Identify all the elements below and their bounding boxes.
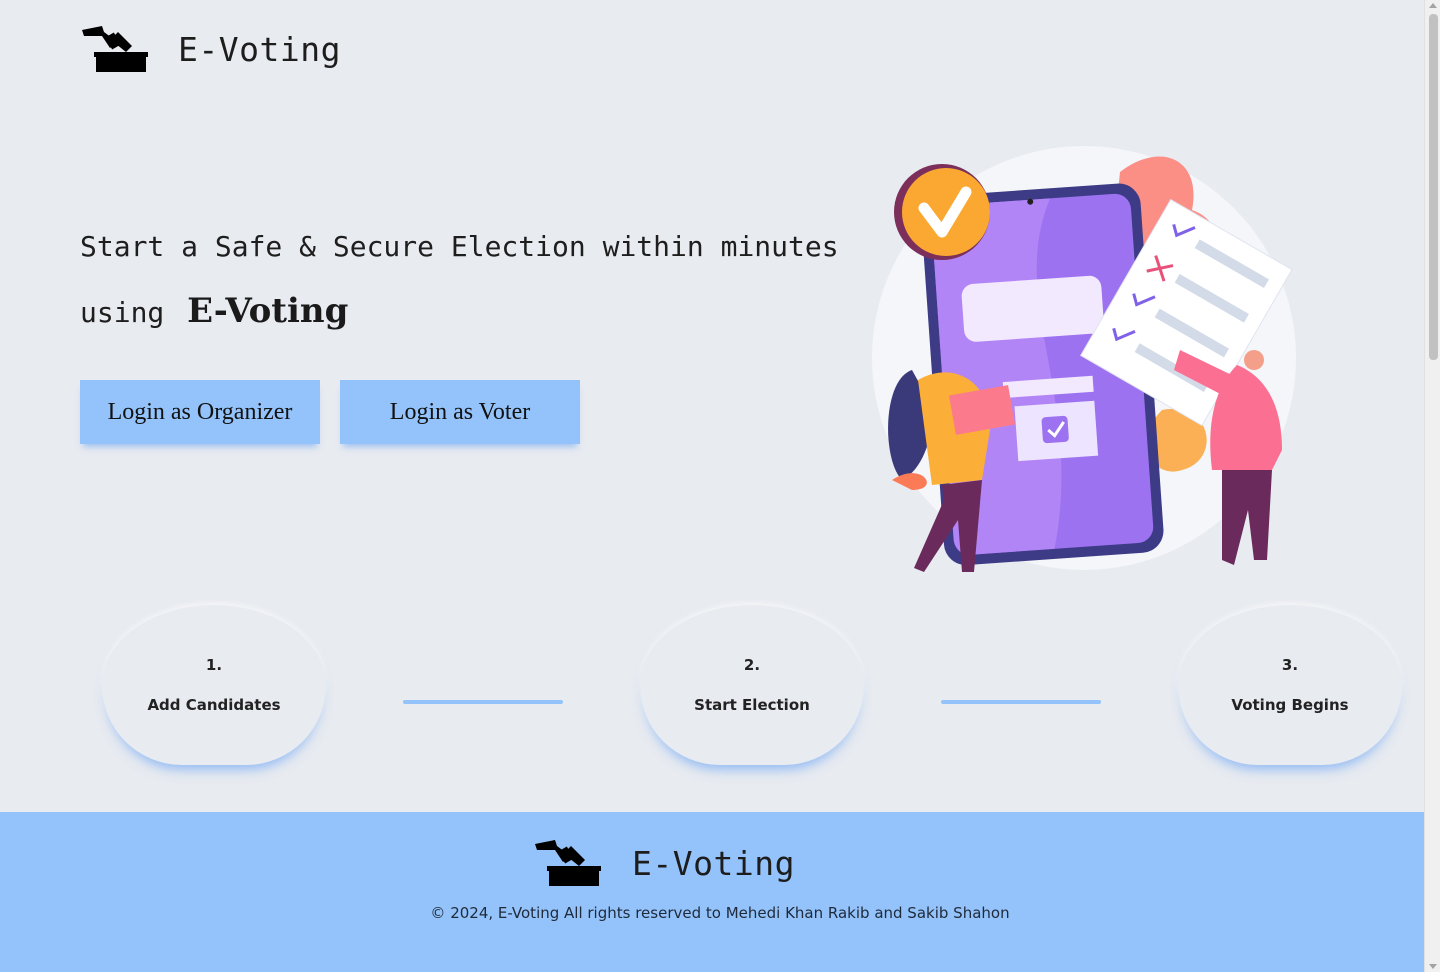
copyright-text: © 2024, E-Voting All rights reserved to … xyxy=(430,904,1010,922)
login-organizer-button[interactable]: Login as Organizer xyxy=(80,380,320,444)
footer: E-Voting © 2024, E-Voting All rights res… xyxy=(0,812,1424,972)
scroll-down-icon[interactable] xyxy=(1429,964,1437,969)
hero-headline: Start a Safe & Secure Election within mi… xyxy=(80,230,839,263)
step-label: Voting Begins xyxy=(1231,696,1349,714)
step-label: Add Candidates xyxy=(147,696,281,714)
step-label: Start Election xyxy=(694,696,810,714)
step-add-candidates: 1. Add Candidates xyxy=(102,605,326,765)
step-connector xyxy=(941,700,1101,704)
footer-brand-title: E-Voting xyxy=(632,843,795,883)
step-number: 1. xyxy=(205,656,223,674)
vertical-scrollbar[interactable] xyxy=(1424,0,1440,972)
header: E-Voting xyxy=(82,24,341,74)
step-number: 2. xyxy=(743,656,761,674)
voting-phone-illustration xyxy=(872,146,1296,572)
hero-text: Start a Safe & Secure Election within mi… xyxy=(80,215,840,345)
login-voter-button[interactable]: Login as Voter xyxy=(340,380,580,444)
ballot-box-icon xyxy=(535,840,601,886)
ballot-box-icon[interactable] xyxy=(82,24,148,74)
brand-title[interactable]: E-Voting xyxy=(178,30,341,69)
step-number: 3. xyxy=(1281,656,1299,674)
hero-subline: using E-Voting xyxy=(80,279,840,345)
hero-using-text: using xyxy=(80,296,165,329)
hero-brand-text: E-Voting xyxy=(187,291,349,331)
scrollbar-thumb[interactable] xyxy=(1429,14,1438,360)
step-start-election: 2. Start Election xyxy=(640,605,864,765)
step-voting-begins: 3. Voting Begins xyxy=(1178,605,1402,765)
step-connector xyxy=(403,700,563,704)
footer-brand: E-Voting xyxy=(535,838,795,888)
scroll-up-icon[interactable] xyxy=(1429,3,1437,8)
